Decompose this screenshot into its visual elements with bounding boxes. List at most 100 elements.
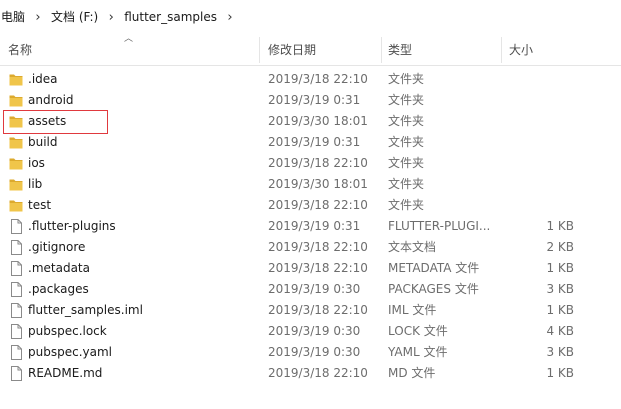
file-modified-date: 2019/3/18 22:10: [268, 303, 368, 317]
file-row[interactable]: flutter_samples.iml 2019/3/18 22:10 IML 文件…: [0, 300, 621, 321]
column-divider[interactable]: [381, 37, 382, 63]
file-icon: [9, 366, 23, 381]
file-row[interactable]: .idea 2019/3/18 22:10 文件夹: [0, 69, 621, 90]
file-type: LOCK 文件: [388, 324, 448, 338]
file-row[interactable]: build 2019/3/19 0:31 文件夹: [0, 132, 621, 153]
file-row[interactable]: lib 2019/3/30 18:01 文件夹: [0, 174, 621, 195]
folder-icon: [9, 93, 23, 108]
breadcrumb: 电脑 › 文档 (F:) › flutter_samples ›: [0, 0, 621, 35]
column-header-name[interactable]: 名称: [8, 35, 32, 65]
file-size: 3 KB: [546, 345, 574, 359]
file-type: 文件夹: [388, 93, 425, 107]
file-row[interactable]: .flutter-plugins 2019/3/19 0:31 FLUTTER-PL…: [0, 216, 621, 237]
breadcrumb-chevron-icon: ›: [227, 10, 233, 25]
column-header-type[interactable]: 类型: [388, 35, 412, 65]
column-header-bar: ︿ 名称 修改日期 类型 大小: [0, 34, 621, 66]
file-type: 文件夹: [388, 198, 425, 212]
sort-ascending-icon: ︿: [124, 34, 134, 44]
file-type: MD 文件: [388, 366, 436, 380]
file-size: [502, 111, 574, 132]
file-icon: [9, 324, 23, 339]
file-name: .idea: [28, 72, 58, 86]
folder-icon: [9, 156, 23, 171]
breadcrumb-item-drive[interactable]: 文档 (F:): [49, 0, 100, 35]
file-type: PACKAGES 文件: [388, 282, 479, 296]
file-name: .flutter-plugins: [28, 219, 116, 233]
file-type: METADATA 文件: [388, 261, 480, 275]
file-name: .packages: [28, 282, 89, 296]
file-type: 文件夹: [388, 135, 425, 149]
column-divider[interactable]: [501, 37, 502, 63]
file-modified-date: 2019/3/18 22:10: [268, 240, 368, 254]
file-size: 1 KB: [546, 219, 574, 233]
file-row[interactable]: ios 2019/3/18 22:10 文件夹: [0, 153, 621, 174]
file-size: [502, 69, 574, 90]
file-modified-date: 2019/3/18 22:10: [268, 198, 368, 212]
breadcrumb-chevron-icon: ›: [108, 10, 114, 25]
file-row[interactable]: .gitignore 2019/3/18 22:10 文本文档 2 KB: [0, 237, 621, 258]
file-type: 文件夹: [388, 114, 425, 128]
file-name: ios: [28, 156, 45, 170]
file-modified-date: 2019/3/19 0:30: [268, 282, 361, 296]
file-size: 4 KB: [546, 324, 574, 338]
file-row[interactable]: pubspec.lock 2019/3/19 0:30 LOCK 文件 4 KB: [0, 321, 621, 342]
file-row[interactable]: android 2019/3/19 0:31 文件夹: [0, 90, 621, 111]
file-icon: [9, 345, 23, 360]
file-name: lib: [28, 177, 43, 191]
file-type: 文件夹: [388, 156, 425, 170]
file-name: flutter_samples.iml: [28, 303, 143, 317]
file-name: .gitignore: [28, 240, 86, 254]
file-name: pubspec.lock: [28, 324, 107, 338]
file-list: .idea 2019/3/18 22:10 文件夹 android 2019/3/19 …: [0, 69, 621, 384]
file-size: [502, 195, 574, 216]
file-name: build: [28, 135, 58, 149]
file-modified-date: 2019/3/18 22:10: [268, 156, 368, 170]
file-modified-date: 2019/3/19 0:31: [268, 135, 361, 149]
file-icon: [9, 282, 23, 297]
folder-icon: [9, 114, 23, 129]
file-icon: [9, 240, 23, 255]
breadcrumb-chevron-icon: ›: [35, 10, 41, 25]
file-type: 文本文档: [388, 240, 437, 254]
file-name: test: [28, 198, 52, 212]
file-row[interactable]: README.md 2019/3/18 22:10 MD 文件 1 KB: [0, 363, 621, 384]
file-row[interactable]: .packages 2019/3/19 0:30 PACKAGES 文件 3 KB: [0, 279, 621, 300]
file-icon: [9, 261, 23, 276]
folder-icon: [9, 177, 23, 192]
file-type: YAML 文件: [388, 345, 448, 359]
file-size: [502, 153, 574, 174]
file-size: 2 KB: [546, 240, 574, 254]
file-modified-date: 2019/3/18 22:10: [268, 72, 368, 86]
file-modified-date: 2019/3/19 0:30: [268, 345, 361, 359]
file-size: [502, 90, 574, 111]
breadcrumb-item-computer[interactable]: 电脑: [0, 0, 27, 35]
file-type: 文件夹: [388, 177, 425, 191]
file-row[interactable]: .metadata 2019/3/18 22:10 METADATA 文件 1 KB: [0, 258, 621, 279]
file-type: IML 文件: [388, 303, 437, 317]
file-modified-date: 2019/3/19 0:31: [268, 219, 361, 233]
column-header-size[interactable]: 大小: [509, 35, 533, 65]
file-modified-date: 2019/3/30 18:01: [268, 177, 368, 191]
file-size: 3 KB: [546, 282, 574, 296]
file-name: .metadata: [28, 261, 90, 275]
breadcrumb-item-folder[interactable]: flutter_samples: [122, 0, 219, 35]
file-row[interactable]: test 2019/3/18 22:10 文件夹: [0, 195, 621, 216]
file-size: 1 KB: [546, 303, 574, 317]
file-name: android: [28, 93, 74, 107]
file-type: FLUTTER-PLUGI...: [388, 219, 491, 233]
file-row[interactable]: pubspec.yaml 2019/3/19 0:30 YAML 文件 3 KB: [0, 342, 621, 363]
folder-icon: [9, 198, 23, 213]
file-row[interactable]: assets 2019/3/30 18:01 文件夹: [0, 111, 621, 132]
file-modified-date: 2019/3/19 0:31: [268, 93, 361, 107]
column-divider[interactable]: [259, 37, 260, 63]
column-header-modified[interactable]: 修改日期: [268, 35, 316, 65]
file-modified-date: 2019/3/19 0:30: [268, 324, 361, 338]
file-name: assets: [28, 114, 67, 128]
folder-icon: [9, 72, 23, 87]
file-size: [502, 174, 574, 195]
file-size: [502, 132, 574, 153]
file-modified-date: 2019/3/18 22:10: [268, 366, 368, 380]
file-type: 文件夹: [388, 72, 425, 86]
file-size: 1 KB: [546, 366, 574, 380]
file-name: pubspec.yaml: [28, 345, 112, 359]
